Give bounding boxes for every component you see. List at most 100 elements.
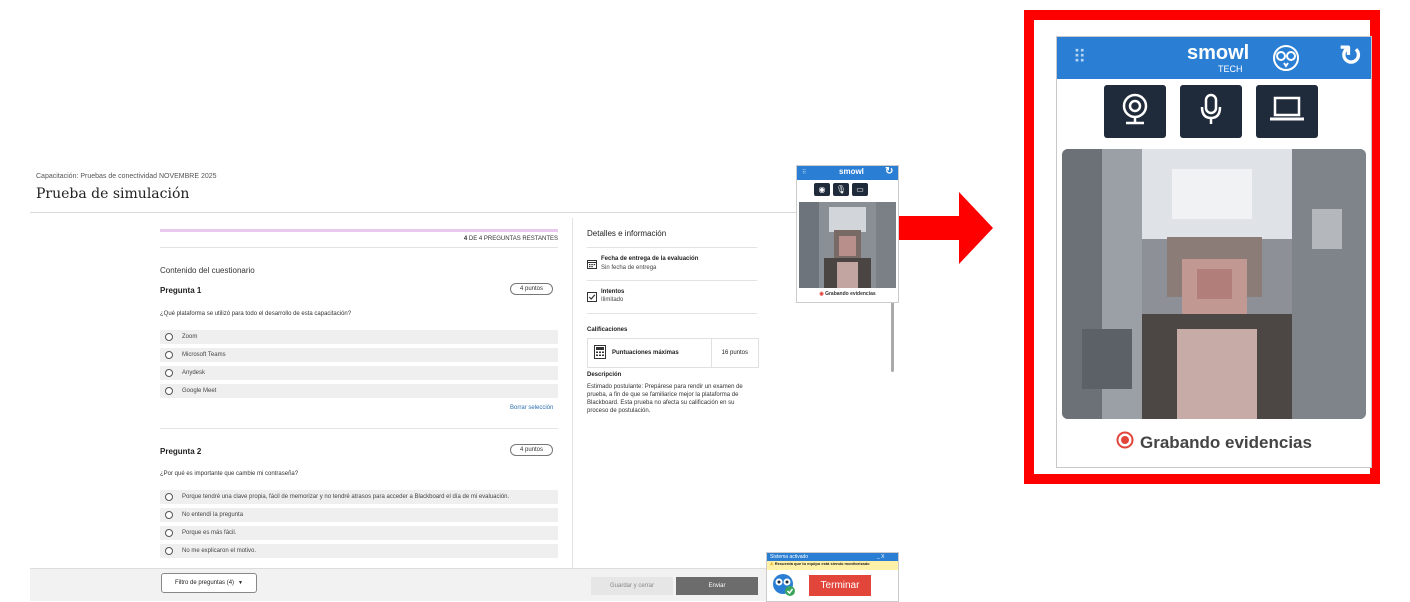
quiz-content-heading: Contenido del cuestionario [160,266,255,275]
max-points-value: 16 puntos [710,339,758,367]
radio-button[interactable] [165,333,173,341]
microphone-button[interactable]: 🎙 [833,183,849,196]
option-q1-meet[interactable]: Google Meet [160,384,558,398]
radio-button[interactable] [165,529,173,537]
attempts-value: Ilimitado [601,297,624,303]
option-q2-d[interactable]: No me explicaron el motivo. [160,544,558,558]
proctor-widget-mini: ⠿ smowl ↻ ◉ 🎙 ▭ ◉ Grabando evidencias [796,165,899,303]
smowl-logo: smowl [1187,42,1250,64]
drag-handle-icon[interactable]: ⠿ [1073,47,1086,68]
checkbox-icon [587,289,597,307]
option-label: No entendí la pregunta [182,512,244,518]
radio-button[interactable] [165,369,173,377]
drag-handle-icon[interactable]: ⠿ [802,169,806,176]
option-label: Anydesk [182,370,206,376]
questions-remaining: 4 DE 4 PREGUNTAS RESTANTES [160,236,558,242]
question-1-text: ¿Qué plataforma se utilizó para todo el … [160,311,352,317]
record-icon [1116,431,1134,454]
notification-header: Sistema activado _ X [767,553,898,561]
webcam-feed [1062,149,1366,419]
webcam-icon [1120,93,1150,130]
scrollbar[interactable] [891,302,894,372]
send-button[interactable]: Enviar [676,577,758,595]
option-label: Microsoft Teams [182,352,226,358]
question-2-text: ¿Por qué es importante que cambie mi con… [160,471,299,477]
column-divider [572,218,573,570]
screen-button[interactable] [1256,85,1318,138]
calendar-icon [587,256,597,274]
title-divider [30,212,898,213]
microphone-button[interactable] [1180,85,1242,138]
refresh-icon[interactable]: ↻ [885,166,893,177]
owl-logo-icon [1271,44,1301,77]
microphone-icon [1199,93,1223,130]
divider [160,247,558,248]
question-filter-button[interactable]: Filtro de preguntas (4) ▼ [161,573,257,593]
owl-logo-icon [771,572,797,601]
webcam-button[interactable] [1104,85,1166,138]
notification-title: Sistema activado [770,554,809,560]
webcam-button[interactable]: ◉ [814,183,830,196]
smowl-logo-sub: TECH [1218,64,1243,74]
option-q2-c[interactable]: Porque es más fácil. [160,526,558,540]
microphone-icon: 🎙 [835,185,847,194]
caret-down-icon: ▼ [238,580,243,586]
recording-status: Grabando evidencias [1057,431,1371,454]
screen-button[interactable]: ▭ [852,183,868,196]
notification-message-text: Recuerda que tu equipo está siendo monit… [774,561,870,566]
filter-label: Filtro de preguntas (4) [175,580,235,586]
notification-controls[interactable]: _ X [877,554,885,560]
proctor-widget-zoom: ⠿ smowl TECH ↻ Grabando evidencias [1056,36,1372,468]
divider [160,428,558,429]
laptop-icon [1269,96,1305,127]
due-date-value: Sin fecha de entrega [601,265,657,271]
clear-selection-link[interactable]: Borrar selección [510,405,553,411]
radio-button[interactable] [165,547,173,555]
remaining-label: DE 4 PREGUNTAS RESTANTES [467,236,558,242]
radio-button[interactable] [165,511,173,519]
breadcrumb[interactable]: Capacitación: Pruebas de conectividad NO… [36,173,217,180]
proctor-header: ⠿ smowl ↻ [797,166,898,180]
page-title: Prueba de simulación [36,186,190,202]
warning-icon: ⚠ [770,561,774,566]
divider [587,280,757,281]
option-label: Porque tendré una clave propia, fácil de… [182,494,510,500]
grades-label: Calificaciones [587,327,628,333]
progress-bar [160,229,558,232]
option-q2-b[interactable]: No entendí la pregunta [160,508,558,522]
proctor-header: ⠿ smowl TECH ↻ [1057,37,1371,79]
calculator-icon [594,345,606,361]
recording-label: Grabando evidencias [1140,432,1312,452]
notification-message: ⚠ Recuerda que tu equipo está siendo mon… [767,561,898,570]
question-2-points: 4 puntos [510,444,554,456]
divider [587,247,757,248]
finish-button[interactable]: Terminar [809,575,871,596]
option-q1-zoom[interactable]: Zoom [160,330,558,344]
option-label: Zoom [182,334,198,340]
option-q1-teams[interactable]: Microsoft Teams [160,348,558,362]
details-title: Detalles e información [587,229,667,238]
laptop-icon: ▭ [856,185,864,194]
divider [587,313,757,314]
attempts-label: Intentos [601,289,625,295]
question-1-points: 4 puntos [510,283,554,295]
radio-button[interactable] [165,493,173,501]
max-points-label: Puntuaciones máximas [612,350,679,356]
recording-status: ◉ Grabando evidencias [797,291,898,297]
smowl-logo: smowl [839,167,864,176]
save-and-close-button[interactable]: Guardar y cerrar [591,577,673,595]
refresh-icon[interactable]: ↻ [1339,39,1362,72]
radio-button[interactable] [165,351,173,359]
record-icon: ◉ [819,291,824,297]
option-q2-a[interactable]: Porque tendré una clave propia, fácil de… [160,490,558,504]
description-label: Descripción [587,372,622,378]
option-q1-anydesk[interactable]: Anydesk [160,366,558,380]
question-2-title: Pregunta 2 [160,447,202,456]
option-label: No me explicaron el motivo. [182,548,257,554]
radio-button[interactable] [165,387,173,395]
question-1-title: Pregunta 1 [160,286,202,295]
monitoring-notification: Sistema activado _ X ⚠ Recuerda que tu e… [766,552,899,602]
description-text: Estimado postulante: Prepárese para rend… [587,384,743,414]
webcam-feed [799,202,896,288]
option-label: Porque es más fácil. [182,530,237,536]
